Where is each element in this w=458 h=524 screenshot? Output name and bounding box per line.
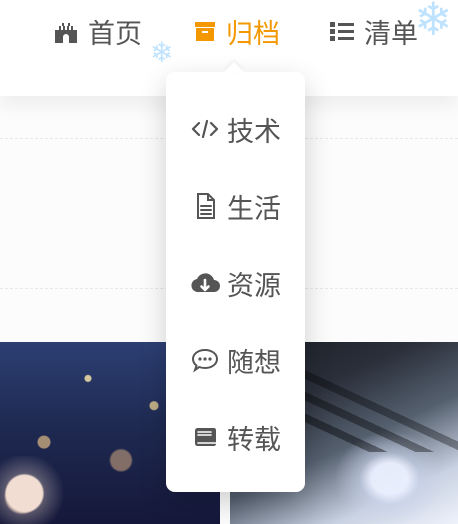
nav-item-home[interactable]: 首页 bbox=[52, 14, 142, 50]
dropdown-item-resources[interactable]: 资源 bbox=[166, 254, 305, 312]
dropdown-item-repost-label: 转载 bbox=[227, 424, 281, 456]
dropdown-item-repost[interactable]: 转载 bbox=[166, 408, 305, 466]
archive-box-icon bbox=[192, 18, 218, 44]
dropdown-item-thoughts-label: 随想 bbox=[227, 347, 281, 379]
dropdown-item-life-label: 生活 bbox=[227, 193, 281, 225]
nav-item-home-label: 首页 bbox=[88, 18, 142, 50]
nav-item-archive[interactable]: 归档 bbox=[192, 14, 280, 50]
castle-icon bbox=[52, 17, 80, 45]
nav-item-list-label: 清单 bbox=[364, 18, 418, 50]
dropdown-item-tech[interactable]: 技术 bbox=[166, 100, 305, 158]
code-icon bbox=[189, 118, 221, 140]
book-icon bbox=[189, 424, 221, 450]
chat-bubble-icon bbox=[189, 347, 221, 373]
cloud-download-icon bbox=[189, 271, 221, 295]
dropdown-item-tech-label: 技术 bbox=[227, 116, 281, 148]
list-icon bbox=[328, 17, 356, 45]
dropdown-item-life[interactable]: 生活 bbox=[166, 177, 305, 235]
nav-item-archive-label: 归档 bbox=[226, 18, 280, 50]
dropdown-item-thoughts[interactable]: 随想 bbox=[166, 331, 305, 389]
nav-item-list[interactable]: 清单 bbox=[328, 14, 418, 50]
document-icon bbox=[189, 192, 221, 220]
thumbnail-hand-shape bbox=[0, 456, 70, 524]
archive-dropdown-menu: 技术 生活 资源 随想 转载 bbox=[166, 72, 305, 492]
dropdown-item-resources-label: 资源 bbox=[227, 270, 281, 302]
